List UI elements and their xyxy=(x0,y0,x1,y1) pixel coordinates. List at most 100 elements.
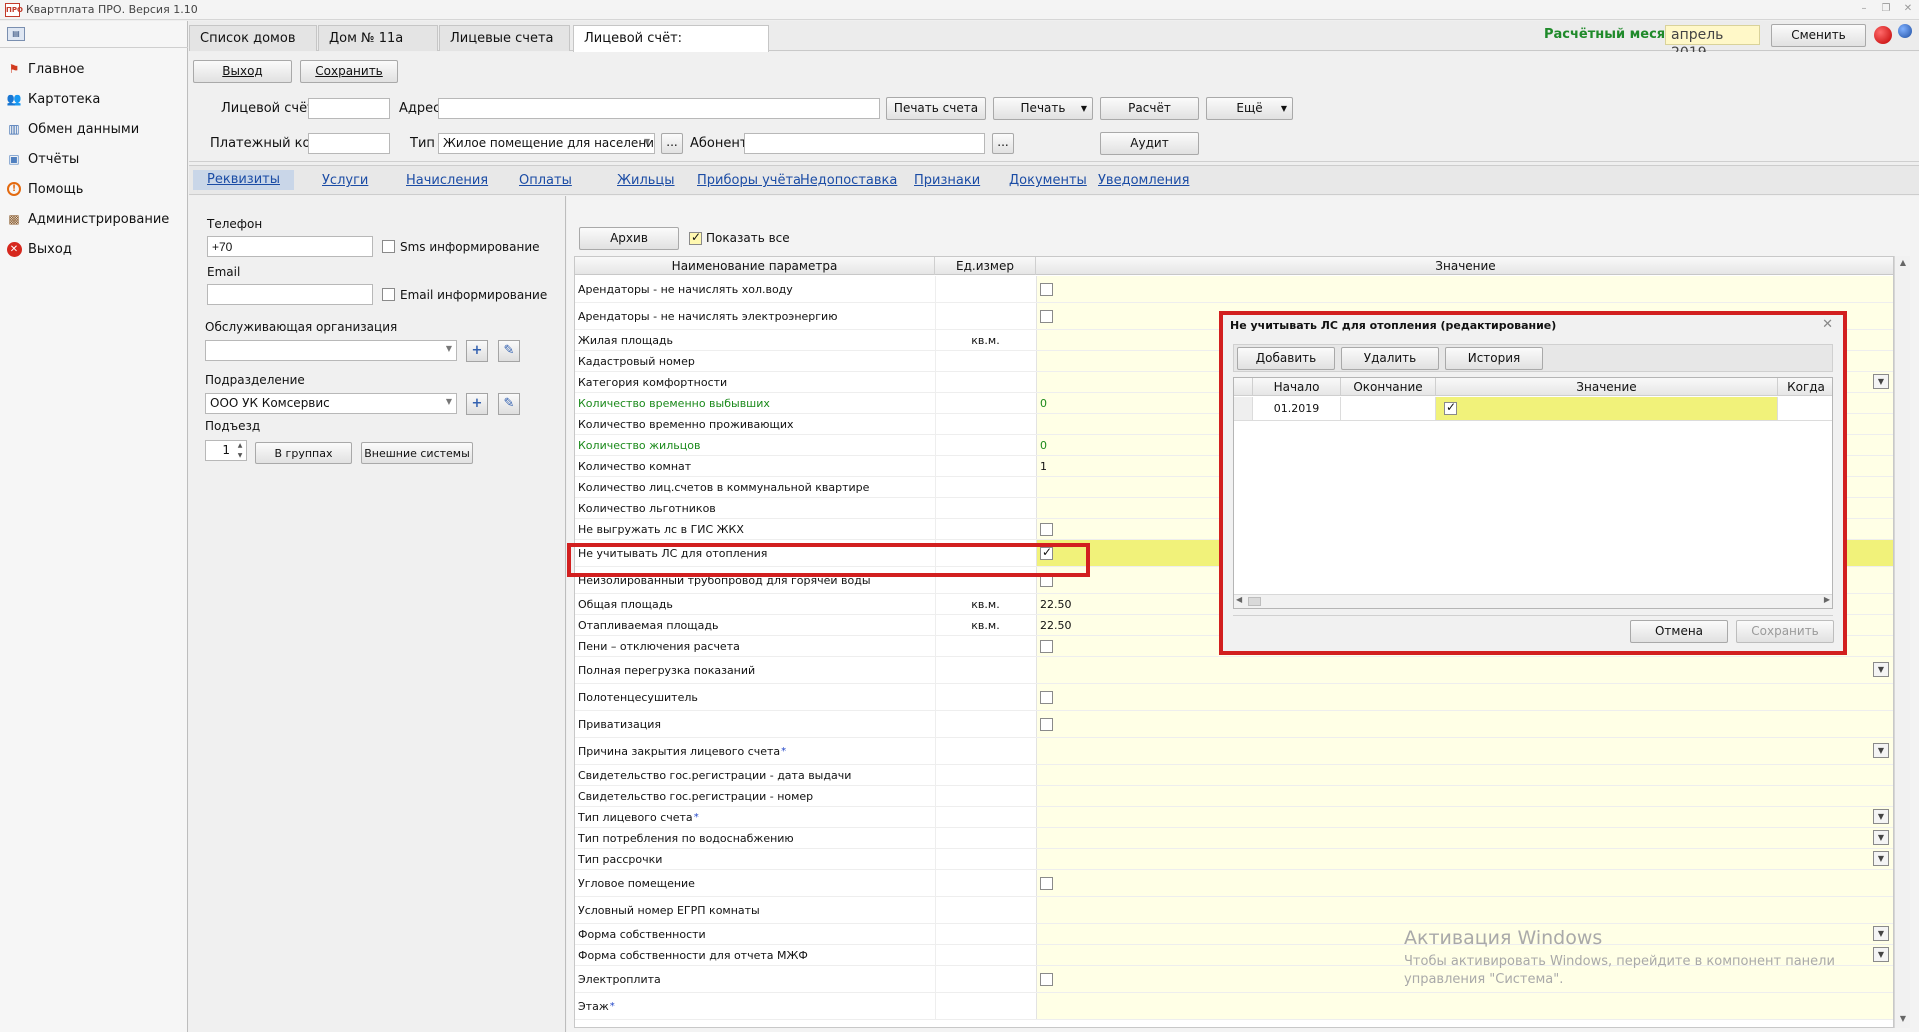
param-value-cell[interactable] xyxy=(1036,993,1893,1019)
table-row[interactable]: Свидетельство гос.регистрации - номер xyxy=(575,786,1893,807)
stepper-down-icon[interactable]: ▼ xyxy=(235,451,245,460)
audit-button[interactable]: Аудит xyxy=(1100,132,1199,155)
column-header-unit[interactable]: Ед.измер xyxy=(935,257,1036,275)
exit-button[interactable]: Выход xyxy=(193,60,292,83)
row-selector[interactable] xyxy=(1234,397,1253,421)
stepper-up-icon[interactable]: ▲ xyxy=(235,441,245,450)
change-month-button[interactable]: Сменить месяц xyxy=(1771,24,1866,63)
tab-meters[interactable]: Приборы учёта xyxy=(697,173,801,188)
tab-residents[interactable]: Жильцы xyxy=(617,173,675,188)
nav-item-main[interactable]: ⚑ Главное xyxy=(6,57,182,81)
print-invoice-button[interactable]: Печать счета xyxy=(886,97,986,120)
param-checkbox[interactable] xyxy=(1040,690,1053,704)
tab-payments[interactable]: Оплаты xyxy=(519,173,572,188)
tab-attributes[interactable]: Признаки xyxy=(914,173,980,188)
scroll-down-icon[interactable]: ▼ xyxy=(1897,1014,1909,1026)
tab-accounts[interactable]: Лицевые счета xyxy=(439,25,570,51)
table-row[interactable]: Арендаторы - не начислять хол.воду xyxy=(575,276,1893,303)
tab-charges[interactable]: Начисления xyxy=(406,173,488,188)
phone-input[interactable] xyxy=(207,236,373,257)
param-value-cell[interactable] xyxy=(1036,276,1893,302)
close-window-icon[interactable]: ✕ xyxy=(1901,2,1915,16)
type-select[interactable]: Жилое помещение для населени ▼ xyxy=(438,133,655,154)
sms-checkbox[interactable] xyxy=(382,240,395,253)
column-header-value[interactable]: Значение xyxy=(1036,257,1893,275)
nav-item-exit[interactable]: ✕ Выход xyxy=(6,237,182,261)
table-row[interactable]: Полная перегрузка показаний ▼ xyxy=(575,657,1893,684)
edit-org-button[interactable]: ✎ xyxy=(498,340,520,362)
more-dropdown-button[interactable]: Ещё ▼ xyxy=(1206,97,1293,120)
save-button[interactable]: Сохранить xyxy=(300,60,398,83)
param-checkbox[interactable] xyxy=(1040,573,1053,587)
chevron-down-icon[interactable]: ▼ xyxy=(1873,743,1889,758)
column-header-dvalue[interactable]: Значение xyxy=(1436,378,1778,396)
nav-item-reports[interactable]: ▣ Отчёты xyxy=(6,147,182,171)
param-checkbox[interactable] xyxy=(1040,876,1053,890)
chevron-down-icon[interactable]: ▼ xyxy=(1873,851,1889,866)
panel-toggle-icon[interactable]: ▤ xyxy=(7,27,25,41)
chevron-down-icon[interactable]: ▼ xyxy=(1873,926,1889,941)
service-org-select[interactable]: ▼ xyxy=(205,340,457,361)
table-row[interactable]: Тип рассрочки ▼ xyxy=(575,849,1893,870)
dialog-close-icon[interactable]: ✕ xyxy=(1822,317,1833,332)
chevron-down-icon[interactable]: ▼ xyxy=(1873,830,1889,845)
grid-vertical-scrollbar[interactable]: ▲ ▼ xyxy=(1894,256,1910,1028)
nav-item-exchange[interactable]: ▥ Обмен данными xyxy=(6,117,182,141)
in-groups-button[interactable]: В группах xyxy=(255,442,352,464)
param-value-cell[interactable] xyxy=(1036,711,1893,737)
period-value-checkbox[interactable] xyxy=(1444,400,1457,415)
param-value-cell[interactable]: ▼ xyxy=(1036,849,1893,869)
scroll-thumb[interactable] xyxy=(1248,597,1261,606)
column-header-name[interactable]: Наименование параметра xyxy=(575,257,935,275)
tab-houses-list[interactable]: Список домов xyxy=(189,25,317,51)
dialog-horizontal-scrollbar[interactable]: ◀ ▶ xyxy=(1234,594,1832,608)
nav-item-admin[interactable]: ▩ Администрирование xyxy=(6,207,182,231)
account-number-input[interactable] xyxy=(308,98,390,119)
param-value-cell[interactable] xyxy=(1036,684,1893,710)
show-all-checkbox[interactable] xyxy=(689,230,702,245)
param-value-cell[interactable] xyxy=(1036,897,1893,923)
division-select[interactable]: ООО УК Комсервис ▼ xyxy=(205,393,457,414)
tab-requisites[interactable]: Реквизиты xyxy=(193,170,294,190)
payment-code-input[interactable] xyxy=(308,133,390,154)
column-header-end[interactable]: Окончание xyxy=(1341,378,1436,396)
param-checkbox[interactable] xyxy=(1040,639,1053,653)
tab-services[interactable]: Услуги xyxy=(322,173,368,188)
nav-item-cards[interactable]: 👥 Картотека xyxy=(6,87,182,111)
chevron-down-icon[interactable]: ▼ xyxy=(1873,947,1889,962)
tab-documents[interactable]: Документы xyxy=(1009,173,1087,188)
add-division-button[interactable]: + xyxy=(466,393,488,415)
nav-item-help[interactable]: ! Помощь xyxy=(6,177,182,201)
param-value-cell[interactable]: ▼ xyxy=(1036,828,1893,848)
param-checkbox[interactable] xyxy=(1040,522,1053,536)
calculate-button[interactable]: Расчёт xyxy=(1100,97,1199,120)
minimize-icon[interactable]: – xyxy=(1857,2,1871,16)
table-row[interactable]: Форма собственности ▼ xyxy=(575,924,1893,945)
email-input[interactable] xyxy=(207,284,373,305)
archive-button[interactable]: Архив xyxy=(579,227,679,250)
email-inform-checkbox[interactable] xyxy=(382,288,395,301)
type-ellipsis-button[interactable]: ... xyxy=(661,133,683,154)
tab-undersupply[interactable]: Недопоставка xyxy=(800,173,897,188)
table-row[interactable]: Причина закрытия лицевого счета * ▼ xyxy=(575,738,1893,765)
status-red-icon[interactable] xyxy=(1874,26,1892,44)
param-checkbox[interactable] xyxy=(1040,309,1053,323)
tab-account-active[interactable]: Лицевой счёт: ✕ xyxy=(573,25,769,72)
dialog-save-button[interactable]: Сохранить xyxy=(1736,620,1834,643)
period-start-cell[interactable]: 01.2019 xyxy=(1253,397,1341,421)
dialog-cancel-button[interactable]: Отмена xyxy=(1630,620,1728,643)
param-checkbox[interactable] xyxy=(1040,545,1053,560)
table-row[interactable]: Свидетельство гос.регистрации - дата выд… xyxy=(575,765,1893,786)
print-dropdown-button[interactable]: Печать ▼ xyxy=(993,97,1093,120)
address-input[interactable] xyxy=(438,98,880,119)
period-value-cell[interactable] xyxy=(1436,397,1778,421)
edit-division-button[interactable]: ✎ xyxy=(498,393,520,415)
param-value-cell[interactable] xyxy=(1036,786,1893,806)
table-row[interactable]: Тип потребления по водоснабжению ▼ xyxy=(575,828,1893,849)
period-end-cell[interactable] xyxy=(1341,397,1436,421)
param-value-cell[interactable]: ▼ xyxy=(1036,807,1893,827)
param-value-cell[interactable]: ▼ xyxy=(1036,657,1893,683)
chevron-down-icon[interactable]: ▼ xyxy=(1873,662,1889,677)
chevron-down-icon[interactable]: ▼ xyxy=(1873,809,1889,824)
add-org-button[interactable]: + xyxy=(466,340,488,362)
